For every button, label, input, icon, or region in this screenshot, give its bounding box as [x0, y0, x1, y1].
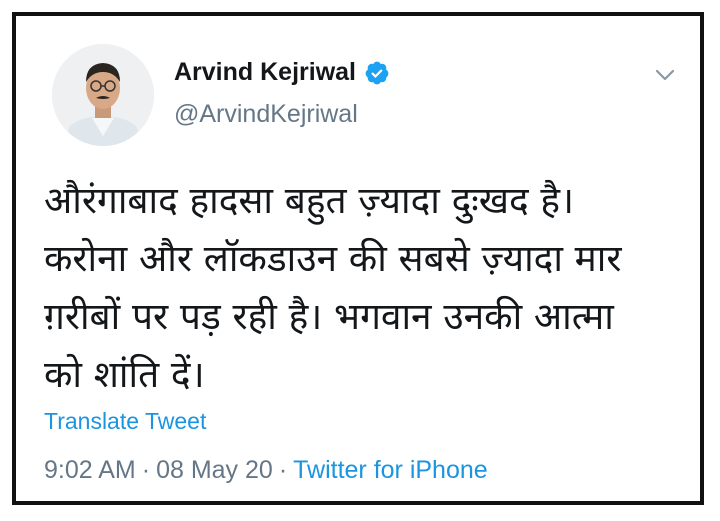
author-handle[interactable]: @ArvindKejriwal — [174, 100, 358, 129]
tweet-text-line: करोना और लॉकडाउन की सबसे ज़्यादा मार — [44, 237, 622, 280]
tweet-date[interactable]: 08 May 20 — [156, 456, 273, 484]
tweet-metadata: 9:02 AM · 08 May 20 · Twitter for iPhone — [44, 456, 488, 485]
tweet-text-line: औरंगाबाद हादसा बहुत ज़्यादा दुःखद है। — [44, 179, 575, 222]
translate-tweet-link[interactable]: Translate Tweet — [44, 408, 206, 435]
chevron-down-icon[interactable] — [654, 64, 676, 86]
tweet-text: औरंगाबाद हादसा बहुत ज़्यादा दुःखद है। कर… — [44, 172, 684, 404]
author-name[interactable]: Arvind Kejriwal — [174, 58, 356, 87]
author-name-row[interactable]: Arvind Kejriwal — [174, 58, 390, 87]
verified-badge-icon — [364, 60, 390, 86]
tweet-time[interactable]: 9:02 AM — [44, 456, 136, 484]
tweet-source-link[interactable]: Twitter for iPhone — [293, 456, 488, 484]
avatar[interactable] — [52, 44, 154, 146]
tweet-text-line: ग़रीबों पर पड़ रही है। भगवान उनकी आत्मा — [44, 295, 614, 338]
tweet-card: Arvind Kejriwal @ArvindKejriwal औरंगाबाद… — [12, 12, 704, 505]
separator: · — [141, 456, 151, 484]
separator: · — [278, 456, 288, 484]
tweet-text-line: को शांति दें। — [44, 353, 205, 396]
